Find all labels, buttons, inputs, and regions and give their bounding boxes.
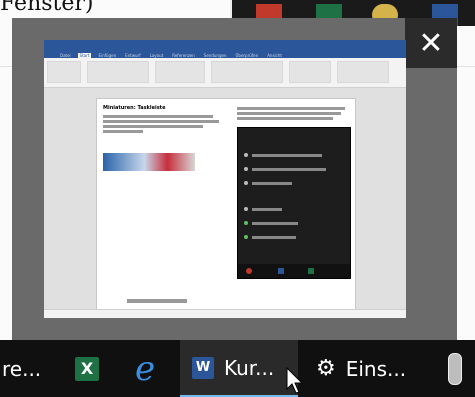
excel-icon: X [75,356,99,381]
mini-ribbon-group [211,61,283,83]
mini-ribbon-group [337,61,389,83]
background-title-fragment: Fenster) [0,0,94,16]
mini-ribbon-group [289,61,331,83]
mini-dark-row [238,230,350,244]
taskbar-item-excel[interactable]: X [62,340,112,397]
mini-ribbon-group [155,61,205,83]
taskbar-item-word[interactable]: W Kur... [180,340,298,397]
taskbar-item-label: re... [2,356,42,381]
mini-dark-row [238,176,350,190]
taskbar-item-label: Eins... [345,356,407,381]
mini-titlebar [44,40,406,50]
mini-tab: Sendungen [203,53,227,58]
word-window-miniature: Datei Start Einfügen Entwurf Layout Refe… [44,40,406,318]
mini-dark-row [238,162,350,176]
gear-icon: ⚙ [316,356,336,381]
mini-document-heading: Miniaturen: Taskleiste [103,105,166,111]
taskbar-item-internet-explorer[interactable]: e [120,340,170,397]
mini-ribbon [44,58,406,88]
close-icon: ✕ [418,25,444,61]
mini-tab: Entwurf [125,53,141,58]
mini-document-text-left [103,113,223,135]
close-preview-button[interactable]: ✕ [405,18,457,68]
taskbar-item-truncated[interactable]: re... [0,340,50,397]
mini-tab: Ansicht [267,53,282,58]
taskbar: re... X e W Kur... ⚙ Eins... [0,340,475,397]
internet-explorer-icon: e [134,348,156,389]
mini-tab: Layout [149,53,164,58]
mini-ribbon-group [87,61,149,83]
mini-dark-row [238,148,350,162]
mini-tab: Einfügen [98,53,117,58]
mini-ribbon-group [47,61,81,83]
mini-document-banner-image [103,153,195,171]
mini-tab: Start [77,53,92,58]
word-icon: W [192,356,214,379]
taskbar-thumbnail-preview[interactable]: ✕ Datei Start Einfügen Entwurf Layout Re… [12,18,457,340]
mini-ribbon-tabs: Datei Start Einfügen Entwurf Layout Refe… [44,50,406,58]
taskbar-item-label: Kur... [224,355,275,380]
app-pill-icon [448,352,462,385]
mini-status-bar [44,309,406,318]
mini-document-page: Miniaturen: Taskleiste [96,98,356,318]
mini-tab: Datei [60,53,71,58]
mini-dark-popup-screenshot [237,127,351,279]
mini-tab: Überprüfen [235,53,259,58]
mouse-cursor-icon [286,367,304,394]
mini-document-caption [127,299,187,303]
mini-dark-row [238,202,350,216]
mini-document-text-right [237,105,349,122]
mini-document-canvas: Miniaturen: Taskleiste [44,88,406,318]
taskbar-item-app[interactable] [440,340,470,397]
taskbar-item-settings[interactable]: ⚙ Eins... [308,340,428,397]
mini-tab: Referenzen [172,53,195,58]
mini-dark-taskbar [238,264,350,278]
mini-dark-row [238,216,350,230]
